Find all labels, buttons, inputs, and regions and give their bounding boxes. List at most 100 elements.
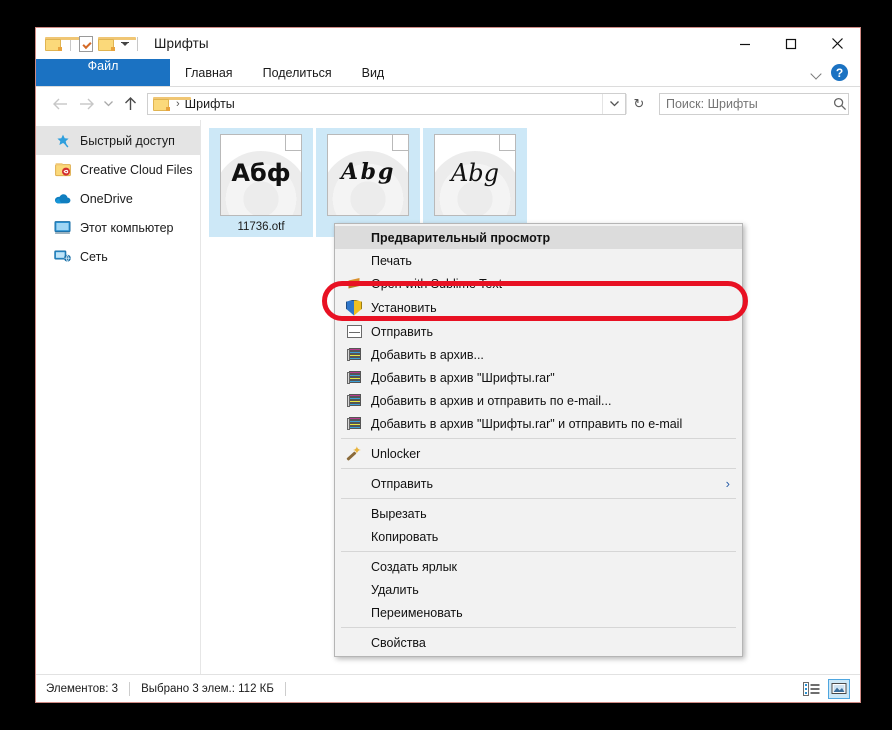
window-title: Шрифты — [154, 36, 209, 51]
screen: Шрифты Файл Главная Поделиться Вид — [0, 0, 892, 730]
forward-button[interactable] — [73, 91, 99, 117]
menu-separator — [341, 468, 736, 469]
search-icon[interactable] — [833, 97, 855, 111]
title-bar: Шрифты — [36, 28, 860, 59]
expand-ribbon-chevron-down-icon[interactable] — [812, 68, 822, 78]
menu-item-label: Добавить в архив и отправить по e-mail..… — [365, 394, 611, 408]
menu-item-send-shortcut[interactable]: Отправить — [335, 320, 742, 343]
sidebar-item-creative-cloud-files[interactable]: Creative Cloud Files — [36, 155, 200, 184]
menu-item-add-to-archive[interactable]: Добавить в архив... — [335, 343, 742, 366]
sublime-text-icon — [343, 277, 365, 291]
menu-item-preview[interactable]: Предварительный просмотр — [335, 226, 742, 249]
menu-item-install[interactable]: Установить — [335, 295, 742, 320]
menu-item-label: Unlocker — [365, 447, 420, 461]
properties-icon[interactable] — [79, 36, 93, 52]
menu-item-label: Добавить в архив "Шрифты.rar" — [365, 371, 555, 385]
file-name-label: 11736.otf — [237, 221, 284, 233]
submenu-chevron-right-icon: › — [726, 476, 734, 491]
menu-item-copy[interactable]: Копировать — [335, 525, 742, 548]
font-preview-thumbnail: Abg — [434, 134, 516, 216]
menu-item-label: Печать — [365, 254, 412, 268]
menu-separator — [341, 627, 736, 628]
item-count-label: Элементов: 3 — [46, 683, 118, 695]
tab-share[interactable]: Поделиться — [248, 59, 347, 86]
recent-locations-chevron-down-icon[interactable] — [99, 91, 117, 117]
sidebar-item-label: OneDrive — [80, 192, 133, 206]
menu-item-label: Отправить — [365, 477, 433, 491]
menu-item-label: Предварительный просмотр — [365, 231, 550, 245]
sidebar-item-quick-access[interactable]: Быстрый доступ — [36, 126, 200, 155]
cloud-icon — [54, 190, 71, 207]
selection-info-label: Выбрано 3 элем.: 112 КБ — [141, 683, 274, 695]
details-view-icon[interactable] — [800, 679, 822, 699]
page-corner-icon — [392, 134, 409, 151]
menu-item-label: Удалить — [365, 583, 419, 597]
menu-item-open-with-sublime-text[interactable]: Open with Sublime Text — [335, 272, 742, 295]
menu-item-cut[interactable]: Вырезать — [335, 502, 742, 525]
winrar-icon — [343, 394, 365, 408]
page-corner-icon — [285, 134, 302, 151]
address-dropdown-chevron-down-icon[interactable] — [602, 94, 625, 114]
address-bar-row: › Шрифты ↻ — [36, 87, 860, 120]
maximize-button[interactable] — [768, 28, 814, 59]
large-icons-view-icon[interactable] — [828, 679, 850, 699]
menu-item-create-shortcut[interactable]: Создать ярлык — [335, 555, 742, 578]
winrar-icon — [343, 417, 365, 431]
up-button[interactable] — [117, 91, 143, 117]
menu-item-print[interactable]: Печать — [335, 249, 742, 272]
file-item[interactable]: Абф 11736.otf — [209, 128, 313, 237]
sidebar-item-onedrive[interactable]: OneDrive — [36, 184, 200, 213]
font-preview-thumbnail: Абф — [220, 134, 302, 216]
divider — [137, 37, 138, 51]
menu-item-add-to-archive-and-email[interactable]: Добавить в архив и отправить по e-mail..… — [335, 389, 742, 412]
sidebar-item-label: Быстрый доступ — [80, 134, 175, 148]
creative-cloud-folder-icon — [54, 161, 71, 178]
menu-item-unlocker[interactable]: ✦ Unlocker — [335, 442, 742, 465]
file-item[interactable]: Аbg — [316, 128, 420, 237]
tab-view[interactable]: Вид — [347, 59, 400, 86]
customize-caret-icon[interactable] — [121, 42, 129, 46]
address-breadcrumb-bar[interactable]: › Шрифты — [147, 93, 626, 115]
view-toggle-group — [800, 679, 850, 699]
menu-item-label: Open with Sublime Text — [365, 277, 502, 291]
menu-item-add-to-archive-named[interactable]: Добавить в архив "Шрифты.rar" — [335, 366, 742, 389]
winrar-icon — [343, 348, 365, 362]
sidebar-item-label: Сеть — [80, 250, 108, 264]
wand-icon: ✦ — [343, 446, 365, 461]
address-bar-right — [602, 94, 625, 114]
new-folder-icon[interactable] — [98, 37, 115, 51]
file-item[interactable]: Abg — [423, 128, 527, 237]
font-sample-glyph: Аbg — [328, 161, 408, 183]
menu-item-label: Добавить в архив... — [365, 348, 484, 362]
back-button[interactable] — [47, 91, 73, 117]
tab-file[interactable]: Файл — [36, 59, 170, 86]
shield-icon — [343, 300, 365, 316]
menu-item-properties[interactable]: Свойства — [335, 631, 742, 654]
refresh-icon[interactable]: ↻ — [626, 94, 651, 114]
minimize-button[interactable] — [722, 28, 768, 59]
help-icon[interactable]: ? — [831, 64, 848, 81]
page-corner-icon — [499, 134, 516, 151]
search-input[interactable] — [660, 97, 833, 111]
menu-item-rename[interactable]: Переименовать — [335, 601, 742, 624]
file-grid: Абф 11736.otf Аbg — [201, 120, 860, 237]
menu-item-label: Копировать — [365, 530, 438, 544]
context-menu[interactable]: Предварительный просмотр Печать Open wit… — [334, 223, 743, 657]
close-button[interactable] — [814, 28, 860, 59]
font-sample-glyph: Abg — [435, 161, 515, 185]
folder-icon[interactable] — [45, 37, 62, 51]
menu-item-delete[interactable]: Удалить — [335, 578, 742, 601]
sidebar-item-this-pc[interactable]: Этот компьютер — [36, 213, 200, 242]
breadcrumb-current-folder[interactable]: Шрифты — [185, 97, 235, 111]
menu-item-label: Добавить в архив "Шрифты.rar" и отправит… — [365, 417, 682, 431]
search-box[interactable] — [659, 93, 849, 115]
tab-home[interactable]: Главная — [170, 59, 248, 86]
ribbon-right-controls: ? — [812, 59, 860, 86]
sidebar-item-label: Этот компьютер — [80, 221, 173, 235]
divider — [129, 682, 130, 696]
menu-item-label: Создать ярлык — [365, 560, 457, 574]
sidebar-item-network[interactable]: Сеть — [36, 242, 200, 271]
menu-item-send-to[interactable]: Отправить › — [335, 472, 742, 495]
menu-separator — [341, 498, 736, 499]
menu-item-add-to-archive-named-and-email[interactable]: Добавить в архив "Шрифты.rar" и отправит… — [335, 412, 742, 435]
